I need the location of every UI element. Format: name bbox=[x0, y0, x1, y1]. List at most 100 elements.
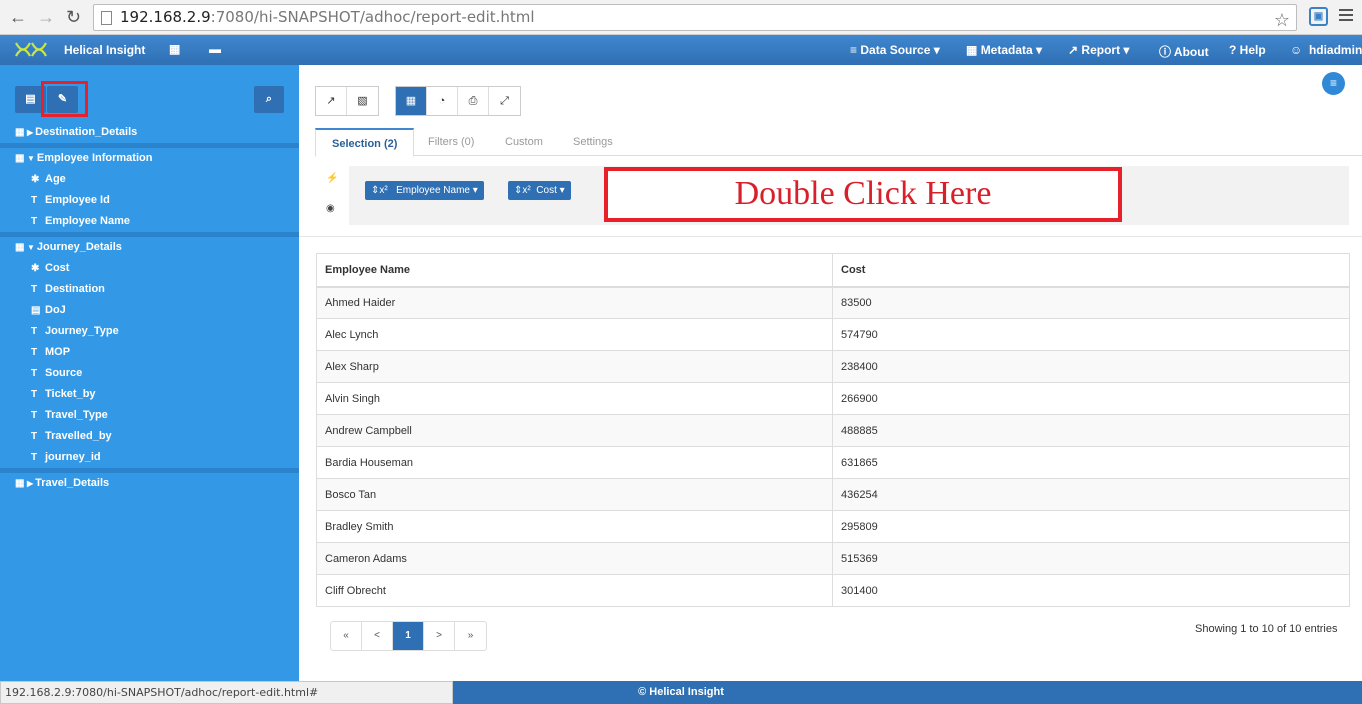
tree-node-label: MOP bbox=[45, 346, 71, 358]
tree-node-label: Ticket_by bbox=[45, 388, 96, 400]
table-icon: ▦ bbox=[15, 478, 25, 489]
grid-icon[interactable]: ▦ bbox=[169, 42, 180, 56]
tree-field-node[interactable]: T Source bbox=[0, 363, 299, 384]
tree-field-node[interactable]: T Employee Name bbox=[0, 211, 299, 232]
tree-table-node[interactable]: ▦ ▶ Travel_Details bbox=[0, 473, 299, 494]
column-header-employee-name[interactable]: Employee Name bbox=[316, 253, 833, 288]
page-prev-button[interactable]: < bbox=[362, 622, 393, 650]
caret-right-icon[interactable]: ▶ bbox=[27, 128, 33, 137]
line-chart-icon[interactable]: ↗ bbox=[316, 87, 347, 115]
nav-metadata[interactable]: ▦ Metadata ▾ bbox=[966, 43, 1042, 57]
tree-field-node[interactable]: T Employee Id bbox=[0, 190, 299, 211]
folder-icon[interactable]: ▬ bbox=[209, 42, 221, 56]
tree-table-node[interactable]: ▦ ▶ Destination_Details bbox=[0, 122, 299, 143]
table-row[interactable]: Alec Lynch 574790 bbox=[316, 318, 1350, 351]
table-row[interactable]: Cameron Adams 515369 bbox=[316, 542, 1350, 575]
database-icon: ≡ bbox=[850, 43, 858, 57]
eye-icon[interactable]: ◉ bbox=[326, 203, 335, 214]
page-first-button[interactable]: « bbox=[331, 622, 362, 650]
nav-user[interactable]: ☺ hdiadmin bbox=[1290, 43, 1362, 57]
cell-employee-name: Cliff Obrecht bbox=[316, 574, 833, 607]
tree-table-node[interactable]: ▦ ▼ Employee Information bbox=[0, 148, 299, 169]
nav-data-source[interactable]: ≡ Data Source ▾ bbox=[850, 43, 940, 57]
cell-cost: 515369 bbox=[832, 542, 1350, 575]
address-bar[interactable]: 192.168.2.9:7080/hi-SNAPSHOT/adhoc/repor… bbox=[93, 4, 1297, 31]
caret-right-icon[interactable]: ▶ bbox=[27, 479, 33, 488]
table-row[interactable]: Bradley Smith 295809 bbox=[316, 510, 1350, 543]
tree-node-label: DoJ bbox=[45, 304, 66, 316]
tree-field-node[interactable]: ✱ Age bbox=[0, 169, 299, 190]
cell-employee-name: Cameron Adams bbox=[316, 542, 833, 575]
numeric-field-icon: ✱ bbox=[31, 174, 40, 185]
extension-icon[interactable]: ▣ bbox=[1309, 7, 1328, 26]
pill-label: Cost bbox=[536, 185, 557, 196]
tab-filters[interactable]: Filters (0) bbox=[412, 128, 490, 157]
tree-node-label: Employee Name bbox=[45, 215, 130, 227]
search-button[interactable]: ⌕ bbox=[254, 86, 284, 113]
cell-cost: 488885 bbox=[832, 414, 1350, 447]
nav-about-label: About bbox=[1173, 45, 1209, 59]
double-click-annotation[interactable]: Double Click Here bbox=[604, 167, 1122, 222]
tree-table-node[interactable]: ▦ ▼ Journey_Details bbox=[0, 237, 299, 258]
page-1-button[interactable]: 1 bbox=[393, 622, 424, 650]
table-row[interactable]: Alvin Singh 266900 bbox=[316, 382, 1350, 415]
tab-custom[interactable]: Custom bbox=[489, 128, 559, 157]
table-row[interactable]: Alex Sharp 238400 bbox=[316, 350, 1350, 383]
image-icon[interactable]: ▧ bbox=[347, 87, 378, 115]
fullscreen-icon[interactable]: ⤢ bbox=[489, 87, 520, 115]
table-icon: ▦ bbox=[966, 43, 978, 57]
nav-user-label: hdiadmin bbox=[1308, 43, 1362, 57]
selection-pill-cost[interactable]: ⇕x² Cost ▾ bbox=[508, 181, 571, 200]
table-row[interactable]: Bardia Houseman 631865 bbox=[316, 446, 1350, 479]
cell-cost: 436254 bbox=[832, 478, 1350, 511]
table-view-icon[interactable]: ▦ bbox=[396, 87, 427, 115]
page-next-button[interactable]: > bbox=[424, 622, 455, 650]
reload-icon[interactable]: ↻ bbox=[66, 7, 81, 28]
export-file-icon[interactable]: ⎙ bbox=[458, 87, 489, 115]
table-row[interactable]: Ahmed Haider 83500 bbox=[316, 286, 1350, 319]
tab-settings[interactable]: Settings bbox=[557, 128, 629, 157]
tree-field-node[interactable]: Tjourney_id bbox=[0, 447, 299, 468]
column-header-cost[interactable]: Cost bbox=[832, 253, 1350, 288]
forward-icon[interactable]: → bbox=[37, 7, 55, 28]
tree-field-node[interactable]: T MOP bbox=[0, 342, 299, 363]
text-field-icon: T bbox=[31, 195, 38, 206]
bookmark-star-icon[interactable]: ☆ bbox=[1274, 8, 1290, 33]
table-row[interactable]: Bosco Tan 436254 bbox=[316, 478, 1350, 511]
lightning-icon[interactable]: ⚡ bbox=[326, 173, 338, 184]
tree-node-label: Travel_Type bbox=[45, 409, 108, 421]
text-field-icon: T bbox=[31, 347, 38, 358]
tree-field-node[interactable]: T Destination bbox=[0, 279, 299, 300]
tree-field-node[interactable]: T Travelled_by bbox=[0, 426, 299, 447]
table-row[interactable]: Andrew Campbell 488885 bbox=[316, 414, 1350, 447]
brand-name[interactable]: Helical Insight bbox=[64, 43, 145, 57]
tree-field-node[interactable]: T Journey_Type bbox=[0, 321, 299, 342]
nav-about[interactable]: ⓘ About bbox=[1159, 43, 1209, 60]
tree-field-node[interactable]: T Travel_Type bbox=[0, 405, 299, 426]
tree-node-label: Destination_Details bbox=[35, 126, 138, 138]
pagination: « < 1 > » bbox=[330, 621, 487, 651]
page-last-button[interactable]: » bbox=[455, 622, 486, 650]
cell-cost: 301400 bbox=[832, 574, 1350, 607]
nav-help[interactable]: ? Help bbox=[1229, 43, 1266, 57]
pie-chart-icon[interactable]: ◔ bbox=[427, 87, 458, 115]
helical-logo-icon[interactable] bbox=[14, 41, 50, 58]
caret-down-icon[interactable]: ▼ bbox=[27, 243, 35, 252]
caret-down-icon[interactable]: ▼ bbox=[27, 154, 35, 163]
tree-field-node[interactable]: ✱ Cost bbox=[0, 258, 299, 279]
hamburger-menu-icon[interactable]: ≡ bbox=[1322, 72, 1345, 95]
tree-field-node[interactable]: T Ticket_by bbox=[0, 384, 299, 405]
selection-pill-employee-name[interactable]: ⇕x² Employee Name ▾ bbox=[365, 181, 484, 200]
nav-report[interactable]: ↗ Report ▾ bbox=[1068, 43, 1129, 57]
table-icon: ▦ bbox=[15, 127, 25, 138]
edit-highlight-annotation bbox=[41, 81, 88, 117]
info-icon: ⓘ bbox=[1159, 45, 1172, 59]
back-icon[interactable]: ← bbox=[9, 7, 27, 28]
table-row[interactable]: Cliff Obrecht 301400 bbox=[316, 574, 1350, 607]
tree-field-node[interactable]: ▤ DoJ bbox=[0, 300, 299, 321]
cell-cost: 574790 bbox=[832, 318, 1350, 351]
calendar-icon: ▤ bbox=[31, 305, 41, 316]
nav-report-label: Report ▾ bbox=[1081, 43, 1130, 57]
tab-selection[interactable]: Selection (2) bbox=[315, 128, 415, 157]
browser-menu-icon[interactable] bbox=[1339, 6, 1353, 26]
